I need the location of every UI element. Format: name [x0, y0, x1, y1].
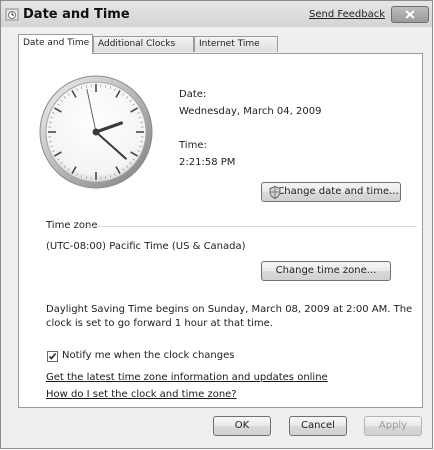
how-to-set-clock-link[interactable]: How do I set the clock and time zone?	[46, 389, 237, 400]
send-feedback-link[interactable]: Send Feedback	[309, 9, 385, 20]
latest-time-zone-info-link[interactable]: Get the latest time zone information and…	[46, 372, 328, 383]
ok-button[interactable]: OK	[213, 416, 271, 436]
notify-label[interactable]: Notify me when the clock changes	[62, 350, 234, 361]
clock-app-icon	[5, 8, 19, 21]
checkmark-icon	[48, 353, 57, 360]
tab-additional-clocks[interactable]: Additional Clocks	[93, 36, 194, 52]
close-button[interactable]	[391, 6, 429, 23]
change-date-time-button[interactable]: Change date and time...	[261, 182, 401, 202]
dst-notice-line2: clock is set to go forward 1 hour at tha…	[46, 318, 273, 329]
title-bar: Date and Time Send Feedback	[1, 1, 432, 27]
analog-clock	[39, 75, 153, 189]
notify-checkbox[interactable]	[47, 351, 58, 362]
time-value: 2:21:58 PM	[179, 157, 236, 168]
cancel-button[interactable]: Cancel	[289, 416, 347, 436]
time-label: Time:	[179, 140, 207, 151]
window-title: Date and Time	[23, 7, 130, 22]
date-value: Wednesday, March 04, 2009	[179, 106, 322, 117]
change-date-time-label: Change date and time...	[277, 186, 399, 197]
tab-panel: Date: Wednesday, March 04, 2009 Time: 2:…	[18, 53, 423, 408]
close-icon	[405, 10, 415, 19]
time-zone-value: (UTC-08:00) Pacific Time (US & Canada)	[46, 241, 246, 252]
date-label: Date:	[179, 89, 207, 100]
tab-date-and-time[interactable]: Date and Time	[18, 34, 93, 54]
change-time-zone-button[interactable]: Change time zone...	[261, 261, 391, 281]
uac-shield-icon	[269, 186, 281, 199]
date-time-window: Date and Time Send Feedback Date and Tim…	[0, 0, 433, 449]
tab-internet-time[interactable]: Internet Time	[194, 36, 278, 52]
time-zone-divider	[87, 226, 417, 227]
apply-button[interactable]: Apply	[364, 416, 422, 436]
dst-notice-line1: Daylight Saving Time begins on Sunday, M…	[46, 304, 413, 315]
